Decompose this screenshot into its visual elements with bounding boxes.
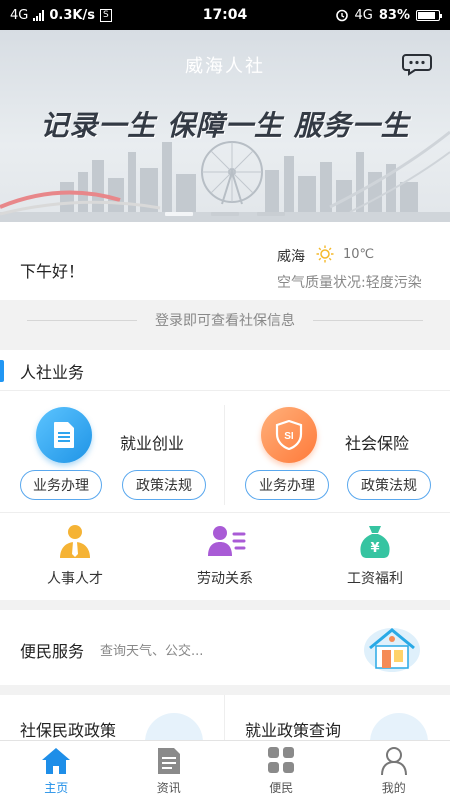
insurance-business-button[interactable]: 业务办理 — [245, 470, 329, 500]
login-hint-text: 登录即可查看社保信息 — [155, 313, 295, 329]
divider — [0, 390, 450, 391]
greeting-panel: 下午好！ 威海 10℃ 空气质量状况:轻度污染 — [0, 222, 450, 300]
sun-icon — [316, 245, 334, 263]
tab-label: 我的 — [381, 781, 406, 795]
search-policy-icon — [370, 713, 428, 740]
convenience-subtitle: 查询天气、公交... — [100, 644, 204, 659]
person-list-icon — [208, 526, 246, 556]
user-icon — [380, 747, 407, 776]
service-personnel[interactable]: 人事人才 — [0, 522, 150, 590]
carousel-dot[interactable] — [257, 212, 285, 216]
temperature: 10℃ — [343, 247, 375, 262]
section-header: 人社业务 — [0, 360, 84, 382]
tab-label: 主页 — [44, 781, 69, 795]
carousel-dot[interactable] — [211, 212, 239, 216]
sim-badge: S — [99, 8, 112, 22]
service-name: 劳动关系 — [197, 571, 253, 587]
tab-profile[interactable]: 我的 — [338, 741, 450, 800]
policy-row: 社保民政政策 就业政策查询 — [0, 695, 450, 740]
tab-news[interactable]: 资讯 — [113, 741, 226, 800]
battery-icon — [416, 9, 442, 21]
section-title: 人社业务 — [20, 363, 85, 382]
person-tie-icon — [60, 525, 90, 558]
convenience-services[interactable]: 便民服务 查询天气、公交... — [0, 610, 450, 685]
section-accent-bar — [0, 360, 4, 382]
network-type-right: 4G — [354, 7, 373, 23]
service-name: 人事人才 — [47, 571, 103, 587]
money-bag-icon: ¥ — [360, 526, 390, 558]
house-icon — [364, 628, 420, 672]
weather-city: 威海 — [277, 249, 305, 265]
employment-business-button[interactable]: 业务办理 — [20, 470, 102, 500]
policy-title: 就业政策查询 — [245, 721, 342, 740]
carousel-dot[interactable] — [165, 212, 193, 216]
banner-carousel[interactable]: 威海人社 记录一生 保障一生 服务一生 — [0, 30, 450, 222]
service-name: 工资福利 — [347, 571, 403, 587]
clipboard-icon — [145, 713, 203, 740]
employment-policy-card[interactable]: 就业政策查询 — [225, 695, 450, 740]
app-title: 威海人社 — [185, 56, 265, 77]
svg-text:¥: ¥ — [370, 541, 379, 556]
chat-bubble-icon — [402, 54, 432, 76]
message-button[interactable] — [402, 52, 432, 76]
policy-title: 社保民政政策 — [20, 721, 117, 740]
si-shield-icon: SI — [261, 407, 317, 463]
service-labor-relations[interactable]: 劳动关系 — [150, 522, 300, 590]
document-icon — [36, 407, 92, 463]
network-speed: 0.3K/s — [49, 7, 95, 23]
tab-home[interactable]: 主页 — [0, 741, 113, 800]
news-icon — [157, 748, 180, 774]
service-wages[interactable]: ¥ 工资福利 — [300, 522, 450, 590]
tab-label: 便民 — [269, 781, 294, 795]
social-policy-card[interactable]: 社保民政政策 — [0, 695, 225, 740]
greeting-text: 下午好！ — [20, 262, 85, 281]
signal-icon — [33, 9, 45, 21]
divider-line — [27, 319, 137, 321]
bottom-tab-bar: 主页 资讯 便民 我的 — [0, 740, 450, 800]
carousel-indicator — [0, 212, 450, 216]
divider-line — [313, 319, 423, 321]
air-quality: 空气质量状况:轻度污染 — [277, 275, 422, 291]
svg-text:SI: SI — [284, 431, 294, 442]
hr-services-card: 人社业务 就业创业 业务办理 政策法规 SI 社会保险 业务办理 政策法规 人事… — [0, 350, 450, 600]
employment-policy-button[interactable]: 政策法规 — [122, 470, 206, 500]
home-icon — [42, 748, 71, 774]
banner-slogan: 记录一生 保障一生 服务一生 — [40, 109, 410, 142]
battery-percent: 83% — [378, 7, 410, 23]
status-bar: 4G 0.3K/s S 17:04 4G 83% — [0, 0, 450, 30]
service-name: 社会保险 — [345, 434, 410, 453]
grid-icon — [268, 747, 295, 773]
login-hint[interactable]: 登录即可查看社保信息 — [0, 300, 450, 340]
network-type: 4G — [10, 7, 29, 23]
tab-label: 资讯 — [156, 781, 181, 795]
convenience-title: 便民服务 — [20, 642, 85, 661]
tab-convenience[interactable]: 便民 — [225, 741, 338, 800]
divider — [0, 512, 450, 513]
alarm-icon — [335, 9, 348, 22]
service-name: 就业创业 — [120, 434, 185, 453]
insurance-policy-button[interactable]: 政策法规 — [347, 470, 431, 500]
